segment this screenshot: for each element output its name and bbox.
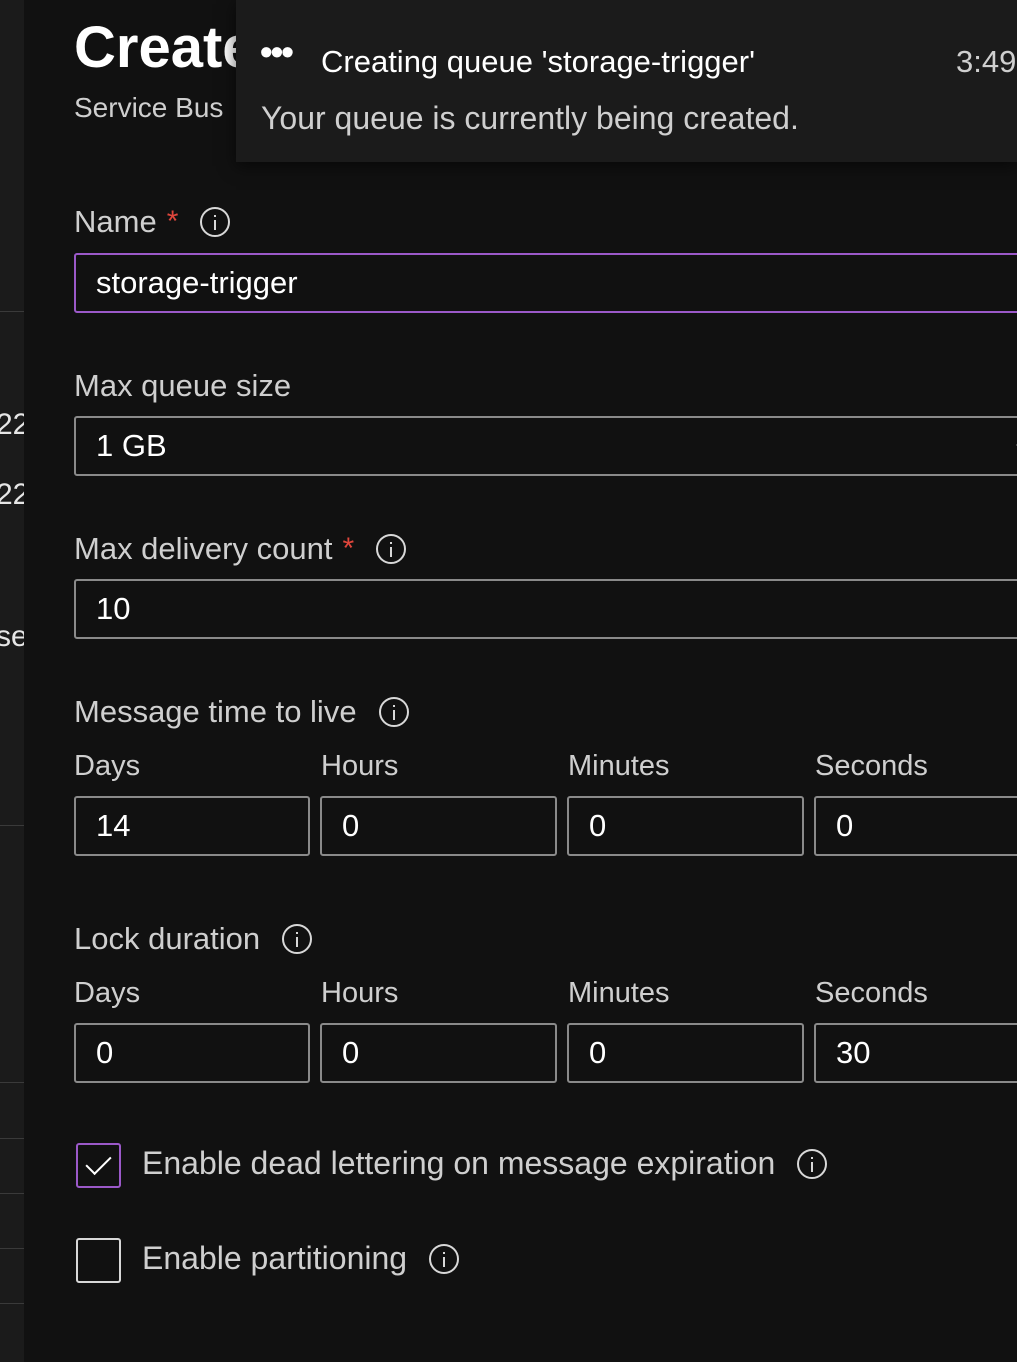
notification-time: 3:49 <box>956 44 1017 79</box>
max-queue-size-select[interactable]: 1 GB <box>74 416 1017 476</box>
more-dots-icon: ••• <box>260 31 294 72</box>
message-ttl-label: Message time to live <box>74 694 409 730</box>
required-asterisk: * <box>166 205 179 238</box>
info-icon[interactable] <box>282 924 313 954</box>
lock-minutes-label: Minutes <box>568 977 670 1009</box>
dead-lettering-label: Enable dead lettering on message expirat… <box>142 1145 828 1182</box>
max-queue-size-label: Max queue size <box>74 368 292 403</box>
ttl-days-label: Days <box>74 750 141 782</box>
ttl-seconds-input[interactable]: 0 <box>814 796 1017 856</box>
lock-minutes-input[interactable]: 0 <box>567 1023 804 1083</box>
background-pane: 22 22 se <box>0 0 24 1362</box>
divider <box>0 1138 24 1139</box>
info-icon[interactable] <box>376 534 407 564</box>
max-delivery-count-label: Max delivery count * <box>74 531 407 567</box>
lock-hours-label: Hours <box>321 977 399 1009</box>
divider <box>0 1193 24 1194</box>
divider <box>0 825 24 826</box>
ttl-minutes-label: Minutes <box>568 750 670 782</box>
info-icon[interactable] <box>200 207 231 237</box>
background-text: 22 <box>0 408 24 441</box>
lock-hours-input[interactable]: 0 <box>320 1023 557 1083</box>
background-text: 22 <box>0 478 24 511</box>
lock-duration-label: Lock duration <box>74 921 313 957</box>
partitioning-checkbox[interactable] <box>76 1238 121 1283</box>
ttl-seconds-label: Seconds <box>815 750 928 782</box>
divider <box>0 311 24 312</box>
info-icon[interactable] <box>378 697 409 727</box>
divider <box>0 1082 24 1083</box>
divider <box>0 1248 24 1249</box>
ttl-days-input[interactable]: 14 <box>74 796 310 856</box>
background-text: se <box>0 620 24 653</box>
notification-toast[interactable]: ••• Creating queue 'storage-trigger' 3:4… <box>236 0 1017 162</box>
divider <box>0 1303 24 1304</box>
create-queue-blade: Create Service Bus Name * storage-trigge… <box>24 0 1017 1362</box>
info-icon[interactable] <box>797 1148 828 1179</box>
name-input[interactable]: storage-trigger <box>74 253 1017 313</box>
lock-seconds-label: Seconds <box>815 977 928 1009</box>
required-asterisk: * <box>342 532 355 565</box>
name-label: Name * <box>74 204 231 240</box>
lock-days-input[interactable]: 0 <box>74 1023 310 1083</box>
page-title: Create <box>74 15 255 80</box>
lock-days-label: Days <box>74 977 141 1009</box>
notification-message: Your queue is currently being created. <box>261 100 799 136</box>
ttl-hours-label: Hours <box>321 750 399 782</box>
lock-seconds-input[interactable]: 30 <box>814 1023 1017 1083</box>
ttl-hours-input[interactable]: 0 <box>320 796 557 856</box>
notification-title: Creating queue 'storage-trigger' <box>321 44 756 79</box>
ttl-minutes-input[interactable]: 0 <box>567 796 804 856</box>
partitioning-label: Enable partitioning <box>142 1240 460 1277</box>
page-subtitle: Service Bus <box>74 92 224 123</box>
dead-lettering-checkbox[interactable] <box>76 1143 121 1188</box>
info-icon[interactable] <box>429 1243 460 1274</box>
max-delivery-count-input[interactable]: 10 <box>74 579 1017 639</box>
